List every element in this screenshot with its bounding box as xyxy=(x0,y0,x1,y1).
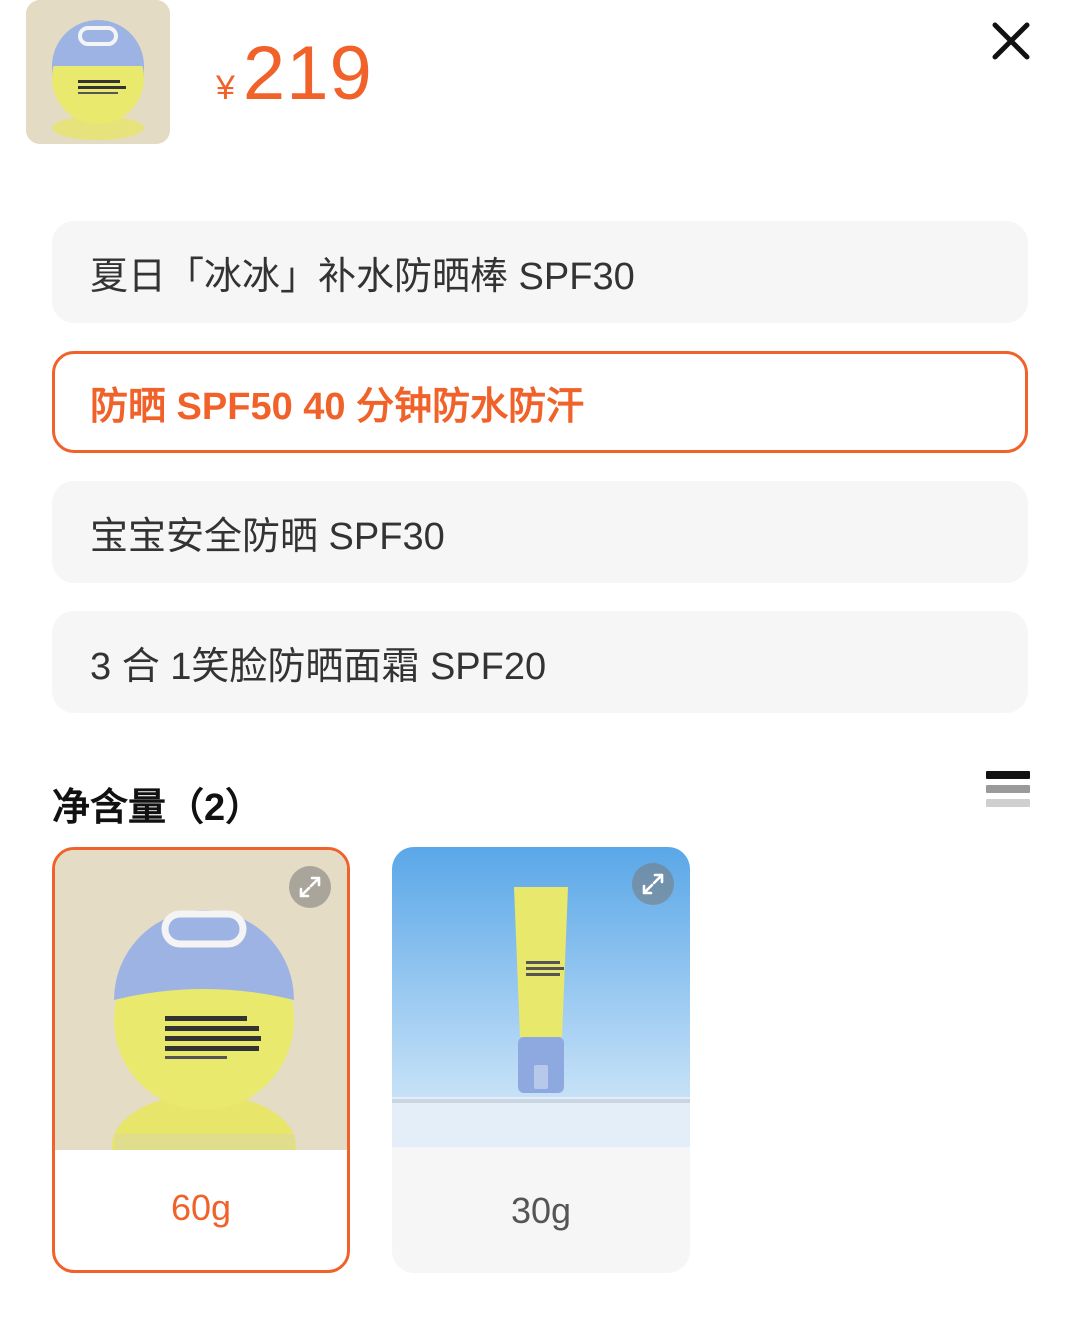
variant-options: 夏日「冰冰」补水防晒棒 SPF30 防晒 SPF50 40 分钟防水防汗 宝宝安… xyxy=(52,221,1028,741)
size-card-selected[interactable]: 60g xyxy=(52,847,350,1273)
variant-option[interactable]: 夏日「冰冰」补水防晒棒 SPF30 xyxy=(52,221,1028,323)
size-label: 30g xyxy=(510,1190,572,1231)
variant-option[interactable]: 宝宝安全防晒 SPF30 xyxy=(52,481,1028,583)
size-card[interactable]: 30g xyxy=(392,847,690,1273)
close-icon[interactable] xyxy=(988,18,1034,64)
list-view-icon[interactable] xyxy=(986,771,1030,815)
variant-option[interactable]: 3 合 1笑脸防晒面霜 SPF20 xyxy=(52,611,1028,713)
size-section-title: 净含量（2） xyxy=(52,787,264,829)
expand-icon[interactable] xyxy=(632,863,674,905)
variant-option-selected[interactable]: 防晒 SPF50 40 分钟防水防汗 xyxy=(52,351,1028,453)
product-thumbnail[interactable] xyxy=(26,0,170,144)
size-label: 60g xyxy=(170,1187,232,1228)
price: ¥ 219 xyxy=(216,30,373,117)
expand-icon[interactable] xyxy=(289,866,331,908)
price-value: 219 xyxy=(242,31,373,116)
currency-symbol: ¥ xyxy=(216,69,235,107)
